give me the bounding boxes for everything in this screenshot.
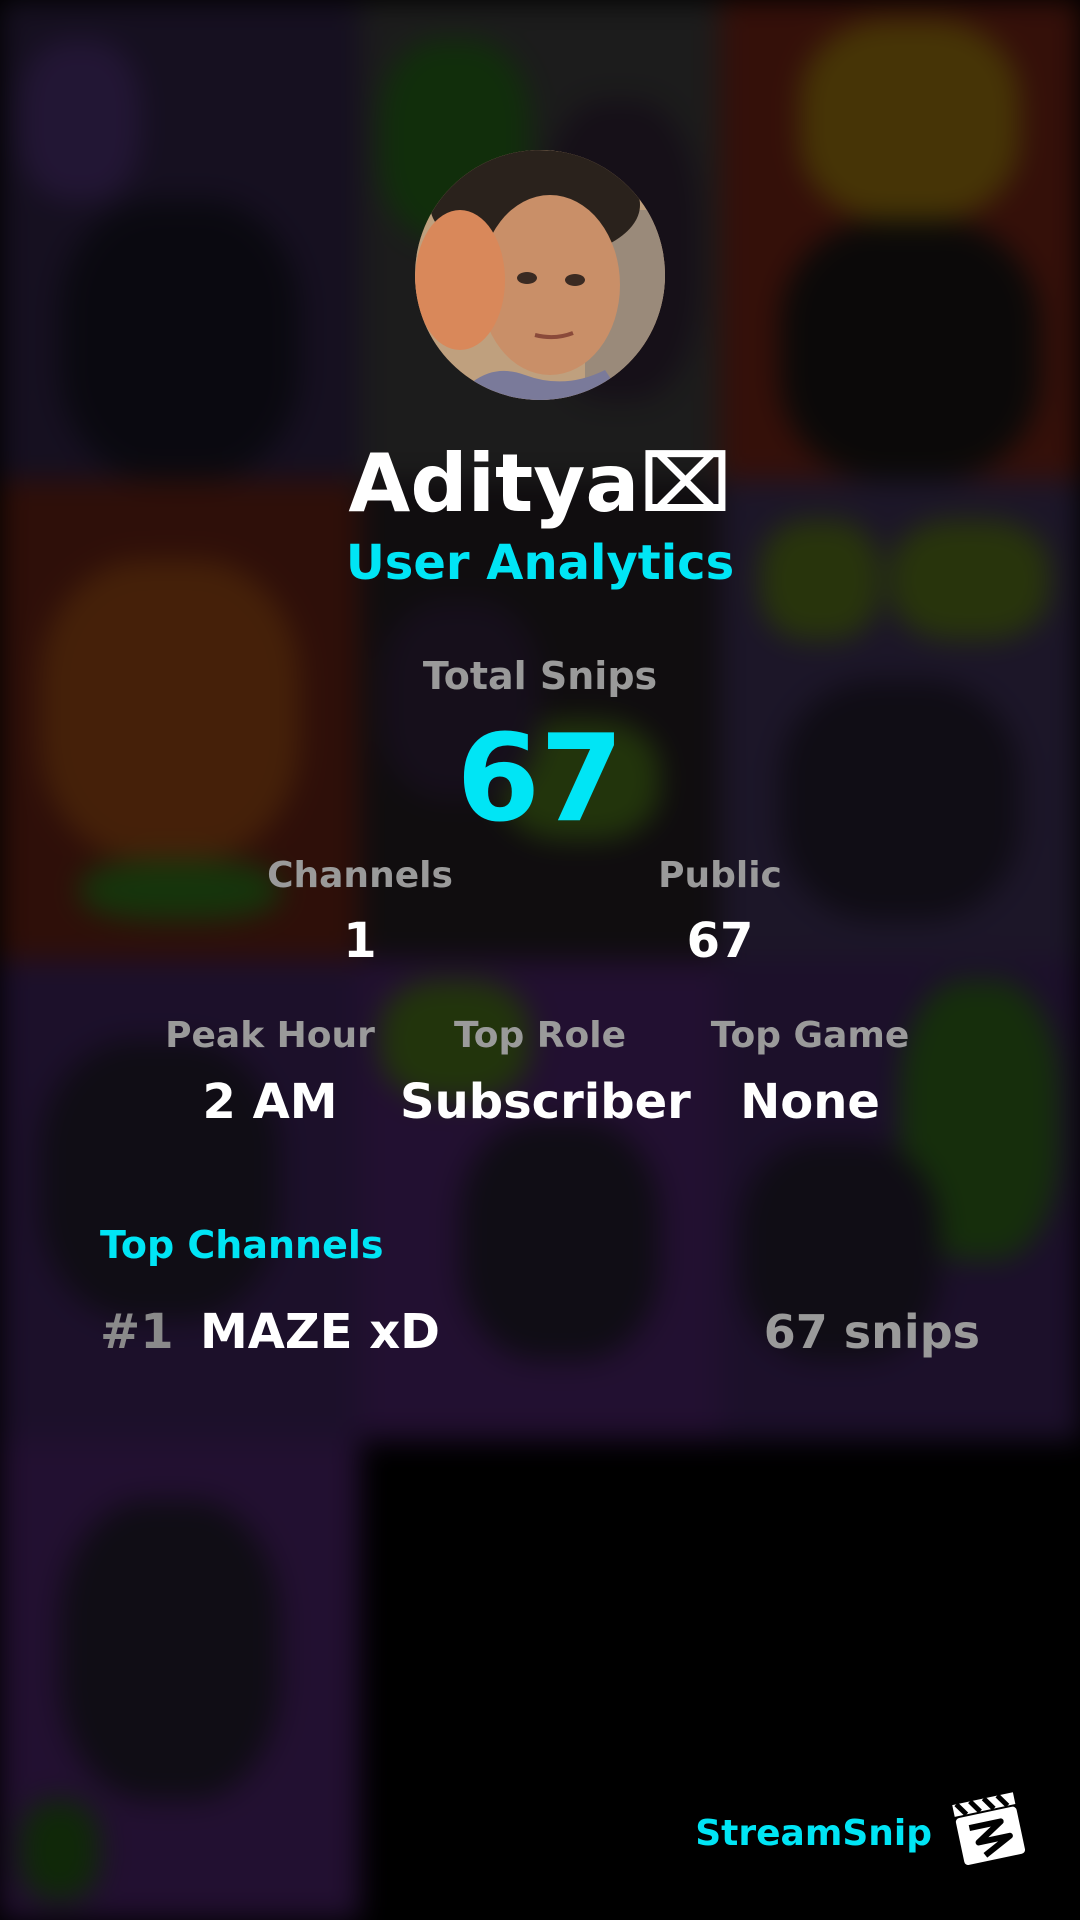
public-value: 67 — [686, 913, 754, 969]
top-role-label: Top Role — [453, 1015, 627, 1056]
peak-hour-value: 2 AM — [202, 1074, 338, 1130]
top-role-value: Subscriber — [400, 1074, 691, 1130]
analytics-card: Aditya⌧ User Analytics Total Snips 67 Ch… — [0, 0, 1080, 1920]
public-label: Public — [658, 855, 782, 896]
avatar-portrait — [415, 150, 665, 400]
channels-value: 1 — [343, 913, 377, 969]
card-content: Aditya⌧ User Analytics Total Snips 67 Ch… — [0, 0, 1080, 1920]
top-game-value: None — [740, 1074, 880, 1130]
channel-snip-count: 67 snips — [763, 1305, 980, 1359]
peak-hour-label: Peak Hour — [165, 1015, 375, 1056]
channel-rank: #1 — [100, 1304, 174, 1360]
channels-label: Channels — [267, 855, 453, 896]
avatar — [415, 150, 665, 400]
total-snips-value: 67 — [456, 710, 624, 849]
top-game-label: Top Game — [710, 1015, 910, 1056]
total-snips-label: Total Snips — [422, 654, 658, 698]
brand-name: StreamSnip — [695, 1813, 932, 1854]
username: Aditya⌧ — [348, 437, 732, 530]
clapperboard-icon — [950, 1790, 1028, 1868]
top-channels-title: Top Channels — [100, 1223, 384, 1267]
page-subtitle: User Analytics — [345, 535, 735, 591]
channel-name: MAZE xD — [200, 1304, 441, 1360]
